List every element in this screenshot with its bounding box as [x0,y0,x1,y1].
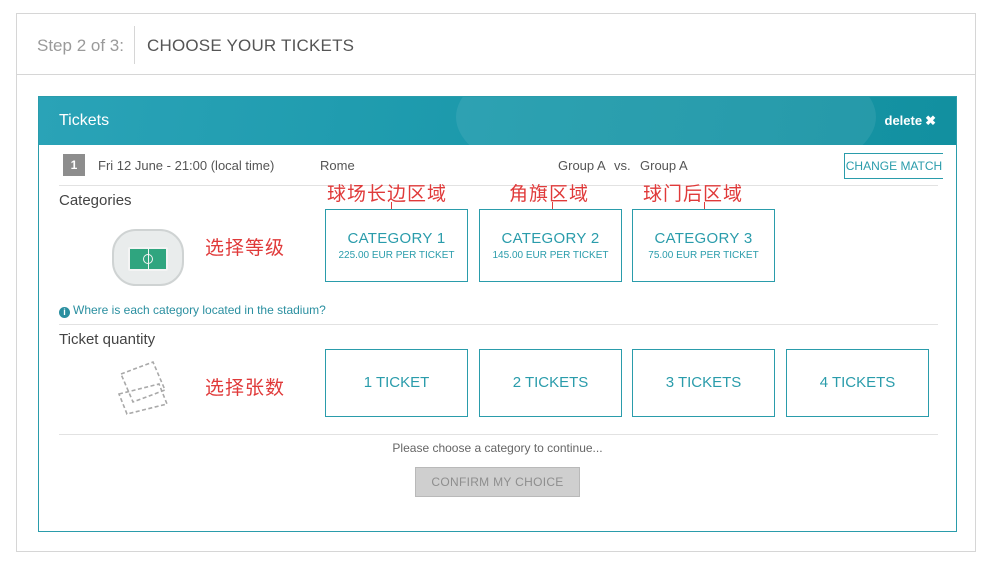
quantity-annotation: 选择张数 [205,377,286,399]
ticket-quantity-label: Ticket quantity [59,331,156,348]
pitch-center-circle [143,254,153,264]
continue-message: Please choose a category to continue... [392,441,603,455]
category-3-annotation: 球门后区域 [643,183,744,205]
ticket-icon [117,360,169,415]
categories-label: Categories [59,192,132,209]
quantity-option-3[interactable]: 3 TICKETS [632,349,775,417]
change-match-button[interactable]: CHANGE MATCH [844,153,943,179]
match-datetime: Fri 12 June - 21:00 (local time) [98,158,275,173]
pitch-shape [128,247,168,271]
step-title: CHOOSE YOUR TICKETS [147,36,355,55]
quantity-option-4[interactable]: 4 TICKETS [786,349,929,417]
step-bar: Step 2 of 3: CHOOSE YOUR TICKETS [17,14,975,75]
category-2-option[interactable]: CATEGORY 2 145.00 EUR PER TICKET [479,209,622,282]
divider [59,185,938,186]
confirm-choice-button[interactable]: CONFIRM MY CHOICE [415,467,580,497]
header-decoration [456,97,876,145]
category-2-annotation: 角旗区域 [509,183,590,205]
ticket-page-frame: Step 2 of 3: CHOOSE YOUR TICKETS Tickets… [16,13,976,552]
step-divider [134,26,135,64]
category-location-link[interactable]: i Where is each category located in the s… [59,303,326,318]
category-name: CATEGORY 3 [654,230,753,247]
step-indicator: Step 2 of 3: [37,36,124,55]
info-icon: i [59,307,70,318]
close-icon: ✖ [925,113,936,128]
divider [59,434,938,435]
divider [59,324,938,325]
match-number-badge: 1 [63,154,85,176]
category-price: 225.00 EUR PER TICKET [338,250,455,261]
panel-title: Tickets [59,112,110,129]
delete-button[interactable]: delete ✖ [885,113,936,129]
info-link-text: Where is each category located in the st… [73,303,326,317]
match-city: Rome [320,158,355,173]
match-row: 1 Fri 12 June - 21:00 (local time) Rome … [59,153,943,185]
quantity-option-2[interactable]: 2 TICKETS [479,349,622,417]
category-price: 145.00 EUR PER TICKET [492,250,609,261]
category-price: 75.00 EUR PER TICKET [648,250,759,261]
tickets-panel: Tickets delete ✖ 1 Fri 12 June - 21:00 (l… [38,96,957,532]
match-vs: vs. [614,158,631,173]
stadium-icon [112,229,184,286]
panel-header: Tickets delete ✖ [39,97,956,145]
match-team-b: Group A [640,158,688,173]
category-1-option[interactable]: CATEGORY 1 225.00 EUR PER TICKET [325,209,468,282]
category-name: CATEGORY 1 [347,230,446,247]
category-3-option[interactable]: CATEGORY 3 75.00 EUR PER TICKET [632,209,775,282]
delete-label: delete [884,113,923,128]
category-1-annotation: 球场长边区域 [327,183,448,205]
quantity-option-1[interactable]: 1 TICKET [325,349,468,417]
categories-annotation: 选择等级 [205,237,286,259]
match-team-a: Group A [558,158,606,173]
category-name: CATEGORY 2 [501,230,600,247]
